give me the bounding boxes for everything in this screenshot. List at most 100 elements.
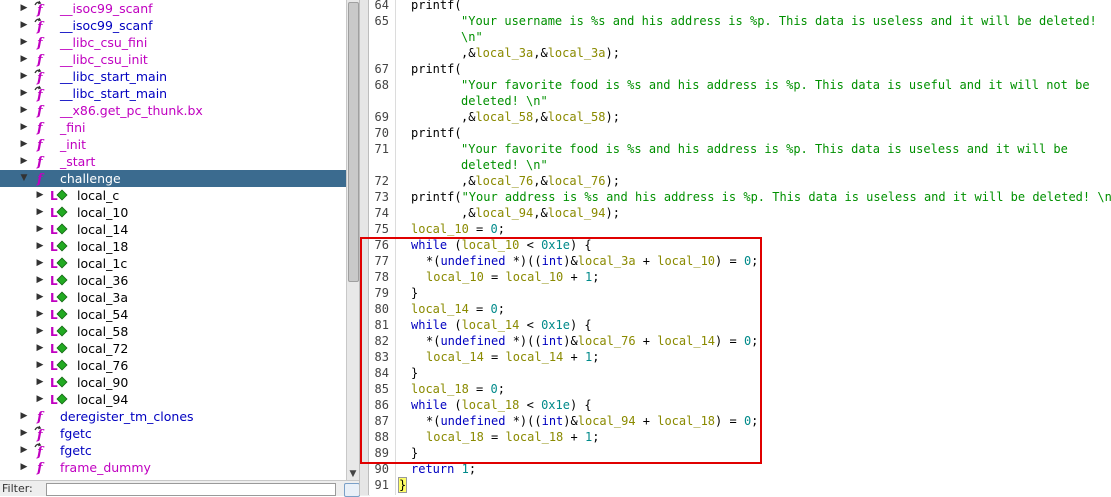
local-variable-icon: L bbox=[49, 391, 68, 408]
expand-arrow-icon[interactable]: ▶ bbox=[19, 442, 29, 459]
expand-arrow-icon[interactable]: ▶ bbox=[35, 340, 45, 357]
tree-item-function[interactable]: ▶ f fgetc bbox=[0, 425, 346, 443]
svg-text:f: f bbox=[36, 20, 45, 34]
line-number: 79 bbox=[374, 286, 389, 300]
code-token: )& bbox=[563, 254, 578, 268]
tree-item-function[interactable]: ▶ f __libc_csu_init bbox=[0, 51, 346, 68]
expand-arrow-icon[interactable]: ▶ bbox=[19, 119, 29, 136]
code-token: } bbox=[411, 286, 419, 300]
code-token: ; bbox=[751, 334, 759, 348]
tree-item-local-variable[interactable]: ▶ Llocal_1c bbox=[0, 255, 346, 272]
tree-item-label: local_3a bbox=[77, 290, 128, 305]
code-token: ,& bbox=[533, 110, 548, 124]
expand-arrow-icon[interactable]: ▶ bbox=[19, 17, 29, 34]
tree-item-function[interactable]: ▶ f _start bbox=[0, 153, 346, 170]
tree-item-function[interactable]: ▶ f __libc_start_main bbox=[0, 85, 346, 103]
symbol-tree[interactable]: ▶ f __isoc99_scanf ▶ f __isoc99_scanf ▶ f __libc… bbox=[0, 0, 346, 480]
expand-arrow-icon[interactable]: ▶ bbox=[35, 323, 45, 340]
local-variable-icon: L bbox=[49, 204, 68, 221]
expand-arrow-icon[interactable]: ▶ bbox=[19, 136, 29, 153]
tree-item-local-variable[interactable]: ▶ Llocal_54 bbox=[0, 306, 346, 323]
code-token: while bbox=[411, 318, 448, 332]
tree-item-local-variable[interactable]: ▶ Llocal_76 bbox=[0, 357, 346, 374]
expand-arrow-icon[interactable]: ▶ bbox=[35, 272, 45, 289]
code-token: 0 bbox=[490, 222, 498, 236]
tree-item-function[interactable]: ▼ f challenge bbox=[0, 170, 346, 187]
code-token: } bbox=[411, 366, 419, 380]
tree-item-local-variable[interactable]: ▶ Llocal_10 bbox=[0, 204, 346, 221]
function-icon: f bbox=[33, 459, 49, 476]
expand-arrow-icon[interactable]: ▶ bbox=[35, 289, 45, 306]
tree-item-local-variable[interactable]: ▶ Llocal_3a bbox=[0, 289, 346, 306]
code-token: local_10 bbox=[657, 254, 716, 268]
code-token: local_58 bbox=[547, 110, 606, 124]
expand-arrow-icon[interactable]: ▶ bbox=[35, 391, 45, 408]
local-variable-icon: L bbox=[49, 289, 68, 306]
tree-item-label: _start bbox=[60, 154, 96, 169]
tree-item-function[interactable]: ▶ f __libc_start_main bbox=[0, 68, 346, 86]
tree-item-function[interactable]: ▶ f _init bbox=[0, 136, 346, 153]
tree-item-local-variable[interactable]: ▶ Llocal_18 bbox=[0, 238, 346, 255]
expand-arrow-icon[interactable]: ▶ bbox=[35, 204, 45, 221]
expand-arrow-icon[interactable]: ▶ bbox=[19, 51, 29, 68]
line-number: 77 bbox=[374, 254, 389, 268]
tree-item-local-variable[interactable]: ▶ Llocal_72 bbox=[0, 340, 346, 357]
code-token: = bbox=[468, 382, 491, 396]
code-text: local_14 = local_14 + 1; bbox=[426, 349, 599, 365]
decompiler-code-view[interactable]: 64 printf(65 "Your username is %s and his … bbox=[369, 0, 1111, 495]
expand-arrow-icon[interactable]: ▶ bbox=[35, 255, 45, 272]
tree-item-local-variable[interactable]: ▶ Llocal_90 bbox=[0, 374, 346, 391]
expand-arrow-icon[interactable]: ▶ bbox=[35, 187, 45, 204]
expand-arrow-icon[interactable]: ▶ bbox=[19, 459, 29, 476]
expand-arrow-icon[interactable]: ▶ bbox=[19, 0, 29, 17]
tree-item-function[interactable]: ▶ f __libc_csu_fini bbox=[0, 34, 346, 51]
svg-text:L: L bbox=[50, 393, 58, 407]
expand-arrow-icon[interactable]: ▶ bbox=[35, 221, 45, 238]
expand-arrow-icon[interactable]: ▶ bbox=[35, 238, 45, 255]
filter-input[interactable] bbox=[46, 483, 336, 496]
tree-item-local-variable[interactable]: ▶ Llocal_14 bbox=[0, 221, 346, 238]
tree-item-function[interactable]: ▶ f fgetc bbox=[0, 442, 346, 460]
tree-scrollbar-thumb[interactable] bbox=[348, 2, 359, 282]
tree-item-label: local_14 bbox=[77, 222, 129, 237]
filter-bar: Filter: bbox=[0, 480, 370, 497]
expand-arrow-icon[interactable]: ▶ bbox=[19, 34, 29, 51]
tree-item-local-variable[interactable]: ▶ Llocal_94 bbox=[0, 391, 346, 408]
svg-text:L: L bbox=[50, 308, 58, 322]
line-number: 80 bbox=[374, 302, 389, 316]
expand-arrow-icon[interactable]: ▶ bbox=[19, 153, 29, 170]
expand-arrow-icon[interactable]: ▶ bbox=[35, 306, 45, 323]
code-token: local_76 bbox=[577, 334, 636, 348]
tree-item-function[interactable]: ▶ f deregister_tm_clones bbox=[0, 408, 346, 425]
code-token: } bbox=[411, 446, 419, 460]
code-token: ; bbox=[751, 254, 759, 268]
tree-scrollbar[interactable]: ▼ bbox=[346, 0, 359, 480]
scroll-down-arrow-icon[interactable]: ▼ bbox=[347, 468, 359, 480]
expand-arrow-icon[interactable]: ▶ bbox=[19, 85, 29, 102]
code-token: + bbox=[635, 254, 658, 268]
tree-item-function[interactable]: ▶ f __x86.get_pc_thunk.bx bbox=[0, 102, 346, 119]
tree-item-function[interactable]: ▶ f __isoc99_scanf bbox=[0, 17, 346, 35]
tree-item-local-variable[interactable]: ▶ Llocal_58 bbox=[0, 323, 346, 340]
code-token: local_14 bbox=[461, 318, 520, 332]
svg-text:L: L bbox=[50, 189, 58, 203]
panel-splitter[interactable] bbox=[359, 0, 369, 495]
collapse-arrow-icon[interactable]: ▼ bbox=[19, 170, 29, 187]
code-token: int bbox=[541, 334, 564, 348]
expand-arrow-icon[interactable]: ▶ bbox=[35, 374, 45, 391]
expand-arrow-icon[interactable]: ▶ bbox=[19, 102, 29, 119]
code-text: ,&local_58,&local_58); bbox=[461, 109, 620, 125]
line-number: 84 bbox=[374, 366, 389, 380]
expand-arrow-icon[interactable]: ▶ bbox=[19, 408, 29, 425]
expand-arrow-icon[interactable]: ▶ bbox=[19, 68, 29, 85]
tree-item-function[interactable]: ▶ f __isoc99_scanf bbox=[0, 0, 346, 18]
tree-item-local-variable[interactable]: ▶ Llocal_c bbox=[0, 187, 346, 204]
code-token: ) = bbox=[715, 334, 744, 348]
line-number-gutter-divider bbox=[395, 0, 396, 495]
expand-arrow-icon[interactable]: ▶ bbox=[35, 357, 45, 374]
tree-item-function[interactable]: ▶ f frame_dummy bbox=[0, 459, 346, 476]
tree-item-function[interactable]: ▶ f _fini bbox=[0, 119, 346, 136]
code-text: "Your username is %s and his address is … bbox=[461, 13, 1097, 29]
tree-item-local-variable[interactable]: ▶ Llocal_36 bbox=[0, 272, 346, 289]
expand-arrow-icon[interactable]: ▶ bbox=[19, 425, 29, 442]
